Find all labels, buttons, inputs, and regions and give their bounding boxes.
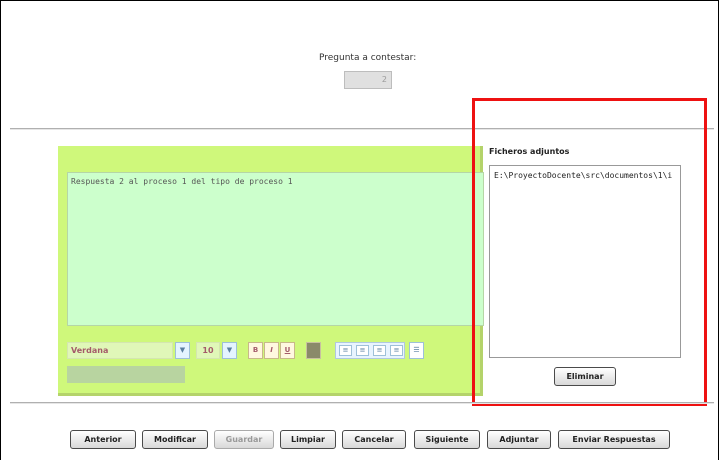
font-size-select[interactable]: 10 [196, 342, 220, 359]
text-color-button[interactable] [306, 342, 321, 359]
font-family-dropdown-icon[interactable]: ▼ [175, 342, 190, 359]
alignment-group: ≡ ≡ ≡ ≡ [335, 342, 405, 359]
question-number-field[interactable]: 2 [344, 71, 392, 89]
align-right-icon[interactable]: ≡ [373, 345, 386, 356]
align-center-icon[interactable]: ≡ [356, 345, 369, 356]
cancelar-button[interactable]: Cancelar [342, 430, 406, 449]
highlight-box [472, 98, 707, 406]
answer-editor[interactable]: Respuesta 2 al proceso 1 del tipo de pro… [67, 172, 484, 326]
limpiar-button[interactable]: Limpiar [280, 430, 336, 449]
italic-button[interactable]: I [264, 342, 279, 359]
modificar-button[interactable]: Modificar [142, 430, 208, 449]
editor-status-bar [67, 366, 185, 383]
question-label: Pregunta a contestar: [319, 53, 417, 63]
bold-button[interactable]: B [248, 342, 263, 359]
underline-button[interactable]: U [280, 342, 295, 359]
anterior-button[interactable]: Anterior [70, 430, 136, 449]
align-left-icon[interactable]: ≡ [339, 345, 352, 356]
enviar-respuestas-button[interactable]: Enviar Respuestas [558, 430, 670, 449]
adjuntar-button[interactable]: Adjuntar [487, 430, 551, 449]
font-size-dropdown-icon[interactable]: ▼ [222, 342, 237, 359]
font-family-select[interactable]: Verdana [67, 342, 173, 359]
align-justify-icon[interactable]: ≡ [390, 345, 403, 356]
bottom-divider [10, 402, 714, 404]
bullet-list-icon[interactable]: ☰ [409, 342, 424, 359]
siguiente-button[interactable]: Siguiente [414, 430, 480, 449]
guardar-button[interactable]: Guardar [214, 430, 274, 449]
